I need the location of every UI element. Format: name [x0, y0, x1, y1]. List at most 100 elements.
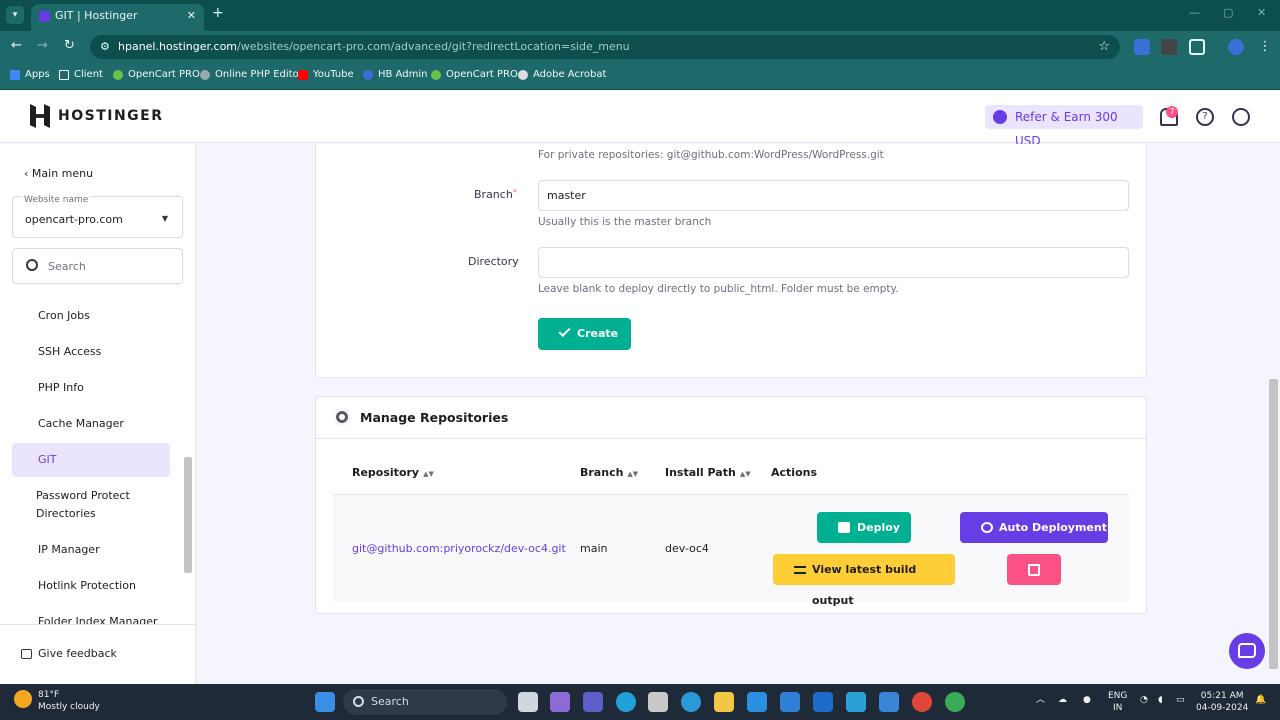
browser-tab[interactable]: GIT | Hostinger ✕ — [31, 4, 204, 31]
brand-name: HOSTINGER — [58, 108, 164, 124]
branch-input[interactable]: master — [538, 180, 1129, 211]
deploy-button[interactable]: Deploy — [817, 512, 911, 543]
tray-chevron-icon[interactable]: ︿ — [1036, 694, 1045, 706]
tab-close-icon[interactable]: ✕ — [187, 4, 196, 28]
reload-icon[interactable]: ↻ — [64, 38, 75, 53]
sidebar-item-git[interactable]: GIT — [38, 453, 57, 466]
bookmark-opencart-pro[interactable]: OpenCart PRO — [113, 69, 200, 80]
back-icon[interactable]: ← — [11, 38, 22, 53]
chrome-icon[interactable] — [912, 692, 932, 712]
sidebar-item-password-protect[interactable]: Password Protect — [36, 489, 130, 502]
sidebar-scroll-thumb[interactable] — [184, 457, 192, 573]
delete-button[interactable] — [1007, 554, 1061, 585]
wifi-icon[interactable]: ◔ — [1140, 694, 1148, 706]
chat-support-button[interactable] — [1229, 633, 1265, 669]
view-build-output-button[interactable]: View latest build output — [773, 554, 955, 607]
onedrive-icon[interactable]: ☁ — [1058, 694, 1067, 706]
battery-icon[interactable]: ▭ — [1176, 694, 1185, 706]
sidebar-item-directories[interactable]: Directories — [36, 507, 96, 520]
column-header-install-path[interactable]: Install Path ▲▼ — [665, 466, 751, 479]
profile-avatar-icon[interactable] — [1228, 39, 1244, 55]
close-window-icon[interactable]: ✕ — [1257, 6, 1266, 19]
browser-menu-icon[interactable]: ⋮ — [1257, 39, 1273, 55]
deploy-icon — [838, 522, 850, 533]
url-input[interactable]: ⚙ hpanel.hostinger.com/websites/opencart… — [90, 35, 1120, 59]
sidebar-item-php-info[interactable]: PHP Info — [38, 381, 84, 394]
column-header-repository[interactable]: Repository ▲▼ — [352, 466, 434, 479]
auto-deployment-button[interactable]: Auto Deployment — [960, 512, 1108, 543]
volume-icon[interactable]: ◖ — [1158, 694, 1163, 706]
sidebar-item-ssh-access[interactable]: SSH Access — [38, 345, 101, 358]
search-icon — [353, 696, 364, 707]
sidebar-item-cache-manager[interactable]: Cache Manager — [38, 417, 124, 430]
bing-icon[interactable] — [813, 692, 833, 712]
apps-grid-icon — [10, 69, 20, 80]
repository-link[interactable]: git@github.com:priyorockz/dev-oc4.git — [352, 542, 566, 555]
column-header-branch[interactable]: Branch ▲▼ — [580, 466, 638, 479]
create-button[interactable]: Create — [538, 318, 631, 350]
edge-icon[interactable] — [681, 692, 701, 712]
hostinger-logo[interactable]: HOSTINGER — [30, 104, 164, 128]
feedback-icon — [21, 649, 32, 659]
minimize-icon[interactable]: — — [1189, 6, 1200, 19]
sidebar-scrollbar[interactable] — [183, 288, 193, 624]
task-view-icon[interactable] — [518, 692, 538, 712]
refer-earn-button[interactable]: Refer & Earn 300 USD — [985, 105, 1143, 148]
microphone-icon[interactable]: ● — [1083, 694, 1091, 706]
opencart-icon — [113, 69, 123, 80]
bookmark-apps[interactable]: Apps — [10, 69, 50, 80]
branch-hint: Usually this is the master branch — [538, 216, 712, 228]
extension-new-icon[interactable] — [1161, 39, 1177, 55]
php-editor-icon — [200, 69, 210, 80]
cortana-icon[interactable] — [616, 692, 636, 712]
give-feedback-button[interactable]: Give feedback — [0, 624, 196, 684]
copilot-icon[interactable] — [550, 692, 570, 712]
app-icon[interactable] — [846, 692, 866, 712]
sort-icon: ▲▼ — [739, 470, 751, 478]
refer-badge-icon — [993, 110, 1007, 124]
start-icon[interactable] — [315, 692, 335, 712]
feedback-label: Give feedback — [38, 647, 117, 660]
maximize-icon[interactable]: ▢ — [1223, 6, 1233, 19]
bookmark-hb-admin[interactable]: HB Admin — [363, 69, 427, 80]
tab-search-button[interactable]: ▾ — [6, 6, 24, 24]
notification-center-icon[interactable]: 🔔 — [1255, 694, 1266, 706]
website-select[interactable]: Website name opencart-pro.com ▼ — [12, 195, 183, 238]
sidebar-search-input[interactable]: Search — [12, 248, 183, 284]
taskbar-search[interactable]: Search — [343, 689, 507, 715]
main-menu-link[interactable]: ‹ Main menu — [24, 167, 93, 180]
page-scroll-thumb[interactable] — [1269, 379, 1278, 669]
bookmark-star-icon[interactable]: ☆ — [1098, 35, 1110, 59]
app-icon[interactable] — [648, 692, 668, 712]
bookmark-php-editor[interactable]: Online PHP Editor — [200, 69, 303, 80]
help-icon[interactable]: ? — [1196, 108, 1214, 126]
gear-icon — [334, 409, 350, 425]
teams-icon[interactable] — [583, 692, 603, 712]
new-tab-button[interactable]: + — [212, 5, 224, 21]
clock[interactable]: 05:21 AM 04-09-2024 — [1196, 690, 1248, 714]
directory-input[interactable] — [538, 247, 1129, 278]
bookmark-opencart-pro-2[interactable]: OpenCart PRO — [431, 69, 518, 80]
account-icon[interactable] — [1232, 108, 1250, 126]
sidebar-item-ip-manager[interactable]: IP Manager — [38, 543, 100, 556]
extension-translate-icon[interactable] — [1134, 39, 1150, 55]
bookmark-adobe-acrobat[interactable]: Adobe Acrobat — [518, 69, 606, 80]
forward-icon[interactable]: → — [37, 38, 48, 53]
branch-label: Branch* — [474, 188, 517, 201]
todo-icon[interactable] — [879, 692, 899, 712]
file-explorer-icon[interactable] — [714, 692, 734, 712]
weather-widget[interactable]: 81°F Mostly cloudy — [38, 689, 100, 713]
globe-icon — [518, 69, 528, 80]
sidebar-item-hotlink-protection[interactable]: Hotlink Protection — [38, 579, 136, 592]
bookmark-youtube[interactable]: YouTube — [298, 69, 354, 80]
site-info-icon[interactable]: ⚙ — [100, 35, 110, 59]
vscode-icon[interactable] — [747, 692, 767, 712]
sidebar-item-cron-jobs[interactable]: Cron Jobs — [38, 309, 90, 322]
bookmark-client[interactable]: Client — [59, 69, 103, 80]
chrome-profile-icon[interactable] — [945, 692, 965, 712]
language-indicator[interactable]: ENG IN — [1108, 690, 1127, 714]
weather-icon[interactable] — [14, 690, 32, 708]
mail-icon[interactable] — [780, 692, 800, 712]
sidebar-item-folder-index-manager[interactable]: Folder Index Manager — [38, 615, 158, 624]
extensions-puzzle-icon[interactable] — [1189, 39, 1205, 55]
